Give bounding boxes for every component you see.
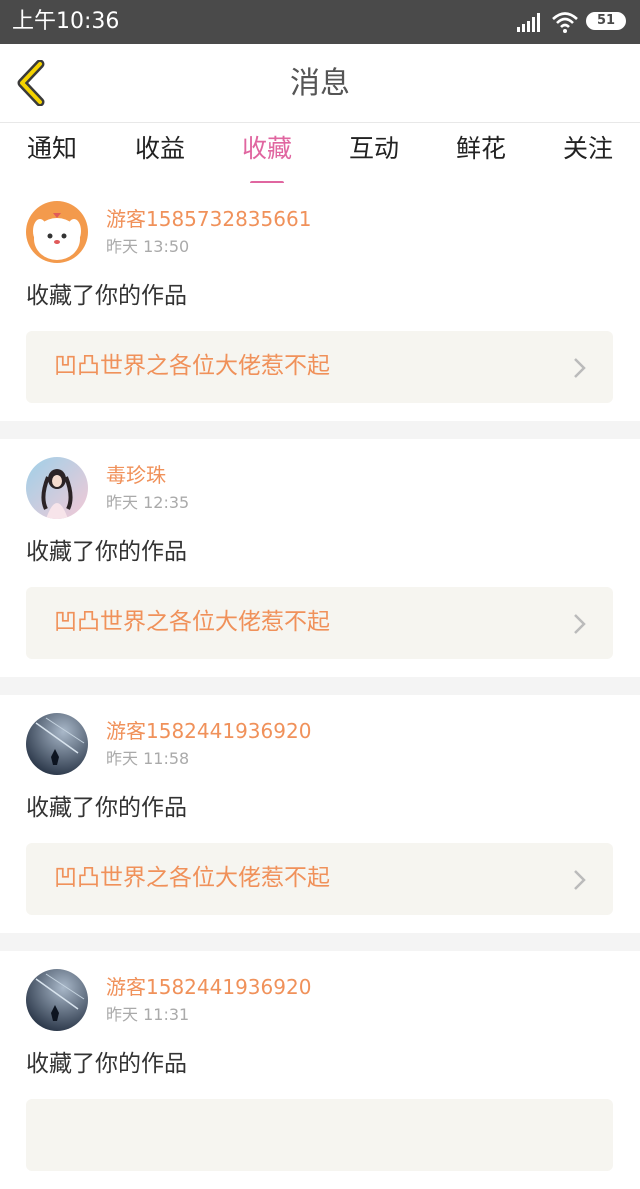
avatar[interactable] <box>26 201 88 263</box>
chevron-right-icon <box>574 358 586 378</box>
page-title: 消息 <box>290 66 350 101</box>
dog-avatar-icon <box>26 201 88 263</box>
tab-favorites[interactable]: 收藏 <box>217 133 317 185</box>
work-link[interactable]: 凹凸世界之各位大佬惹不起 <box>26 331 613 403</box>
timestamp: 昨天 11:31 <box>106 1005 190 1024</box>
timestamp: 昨天 12:35 <box>106 493 190 512</box>
battery-icon: 51 <box>586 12 626 30</box>
action-text: 收藏了你的作品 <box>26 283 187 309</box>
tab-interactions[interactable]: 互动 <box>324 133 424 165</box>
message-list: 游客1585732835661 昨天 13:50 收藏了你的作品 凹凸世界之各位… <box>0 183 640 1189</box>
work-title: 凹凸世界之各位大佬惹不起 <box>54 609 330 635</box>
avatar[interactable] <box>26 969 88 1031</box>
status-bar: 上午10:36 51 <box>0 0 640 44</box>
chevron-right-icon <box>574 870 586 890</box>
tab-label: 收藏 <box>241 134 292 163</box>
action-text: 收藏了你的作品 <box>26 539 187 565</box>
chevron-right-icon <box>574 614 586 634</box>
divider <box>0 933 640 951</box>
timestamp: 昨天 11:58 <box>106 749 190 768</box>
tab-flowers[interactable]: 鲜花 <box>431 133 531 165</box>
anime-girl-avatar-icon <box>26 457 88 519</box>
divider <box>0 677 640 695</box>
timestamp: 昨天 13:50 <box>106 237 190 256</box>
status-time: 上午10:36 <box>12 9 120 34</box>
message-item: 毒珍珠 昨天 12:35 收藏了你的作品 凹凸世界之各位大佬惹不起 <box>0 439 640 677</box>
tab-follows[interactable]: 关注 <box>538 133 638 165</box>
tab-label: 通知 <box>26 134 77 163</box>
wifi-icon <box>552 12 578 33</box>
username[interactable]: 游客1582441936920 <box>106 975 311 999</box>
tab-bar: 通知 收益 收藏 互动 鲜花 关注 <box>0 123 640 185</box>
tab-label: 互动 <box>348 134 399 163</box>
work-link[interactable]: 凹凸世界之各位大佬惹不起 <box>26 843 613 915</box>
message-item: 游客1582441936920 昨天 11:58 收藏了你的作品 凹凸世界之各位… <box>0 695 640 933</box>
work-title: 凹凸世界之各位大佬惹不起 <box>54 353 330 379</box>
avatar[interactable] <box>26 457 88 519</box>
action-text: 收藏了你的作品 <box>26 795 187 821</box>
message-item: 游客1582441936920 昨天 11:31 收藏了你的作品 <box>0 951 640 1189</box>
night-sky-avatar-icon <box>26 969 88 1031</box>
tab-label: 收益 <box>134 134 185 163</box>
username[interactable]: 毒珍珠 <box>106 463 166 487</box>
username[interactable]: 游客1582441936920 <box>106 719 311 743</box>
work-link[interactable] <box>26 1099 613 1171</box>
tab-label: 关注 <box>562 134 613 163</box>
signal-icon <box>517 13 540 32</box>
tab-earnings[interactable]: 收益 <box>110 133 210 165</box>
avatar[interactable] <box>26 713 88 775</box>
night-sky-avatar-icon <box>26 713 88 775</box>
top-bar: 消息 <box>0 44 640 123</box>
message-item: 游客1585732835661 昨天 13:50 收藏了你的作品 凹凸世界之各位… <box>0 183 640 421</box>
divider <box>0 421 640 439</box>
tab-notifications[interactable]: 通知 <box>2 133 102 165</box>
action-text: 收藏了你的作品 <box>26 1051 187 1077</box>
work-link[interactable]: 凹凸世界之各位大佬惹不起 <box>26 587 613 659</box>
work-title: 凹凸世界之各位大佬惹不起 <box>54 865 330 891</box>
username[interactable]: 游客1585732835661 <box>106 207 311 231</box>
tab-label: 鲜花 <box>455 134 506 163</box>
